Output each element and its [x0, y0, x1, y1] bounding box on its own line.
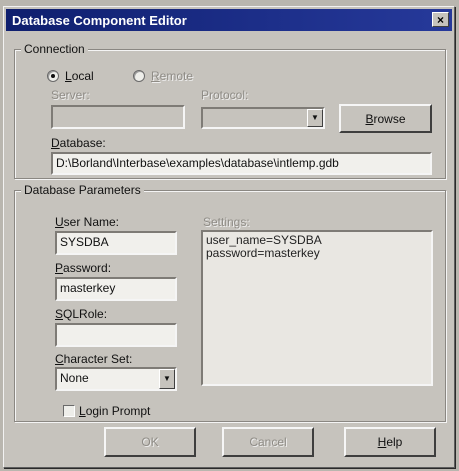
connection-group-title: Connection — [21, 42, 88, 56]
server-input[interactable] — [51, 105, 185, 129]
login-prompt-checkbox[interactable] — [63, 405, 75, 417]
remote-label-rest: emote — [159, 69, 194, 83]
local-radio[interactable] — [47, 70, 59, 82]
username-input[interactable]: SYSDBA — [55, 231, 177, 255]
browse-label-rest: rowse — [373, 111, 406, 126]
help-label-rest: elp — [386, 435, 403, 449]
browse-button[interactable]: Browse — [339, 104, 432, 133]
window-title: Database Component Editor — [12, 12, 187, 28]
settings-line-2: password=masterkey — [206, 246, 320, 260]
chevron-down-icon[interactable]: ▼ — [159, 369, 175, 389]
database-label: Database: — [51, 136, 106, 150]
local-label-rest: ocal — [71, 69, 94, 83]
sqlrole-label: SQLRole: — [55, 307, 108, 321]
sqlrole-input[interactable] — [55, 323, 177, 347]
protocol-label: Protocol: — [201, 88, 249, 102]
database-parameters-title: Database Parameters — [21, 183, 144, 197]
database-label-rest: atabase: — [59, 136, 106, 150]
help-label-first: H — [377, 435, 387, 449]
server-label: Server: — [51, 88, 90, 102]
ok-label: OK — [141, 435, 159, 449]
chevron-down-icon[interactable]: ▼ — [307, 109, 323, 127]
database-component-editor-dialog: Database Component Editor × Connection L… — [3, 6, 455, 468]
settings-memo[interactable]: user_name=SYSDBA password=masterkey — [201, 230, 433, 386]
charset-label: Character Set: — [55, 352, 133, 366]
sqlrole-label-rest: QLRole: — [63, 307, 108, 321]
database-parameters-group: Database Parameters User Name: SYSDBA Pa… — [14, 183, 446, 422]
database-path-input[interactable]: D:\Borland\Interbase\examples\database\i… — [51, 152, 432, 175]
remote-radio-label[interactable]: Remote — [151, 69, 193, 83]
password-input[interactable]: masterkey — [55, 277, 177, 301]
title-bar: Database Component Editor × — [6, 9, 452, 31]
login-prompt-label-rest: ogin Prompt — [85, 404, 151, 418]
close-icon: × — [436, 12, 444, 27]
settings-label: Settings: — [203, 215, 250, 229]
cancel-button[interactable]: Cancel — [222, 427, 314, 457]
username-label-rest: ser Name: — [63, 215, 120, 229]
cancel-label: Cancel — [249, 435, 287, 449]
charset-label-rest: haracter Set: — [63, 352, 133, 366]
browse-label-first: B — [365, 111, 374, 126]
local-radio-label[interactable]: Local — [65, 69, 94, 83]
login-prompt-label[interactable]: Login Prompt — [79, 404, 150, 418]
help-button[interactable]: Help — [344, 427, 436, 457]
connection-group: Connection Local Remote Server: Protocol… — [14, 42, 446, 179]
close-button[interactable]: × — [432, 12, 449, 27]
protocol-select[interactable]: ▼ — [201, 107, 325, 129]
password-label: Password: — [55, 261, 112, 275]
username-label: User Name: — [55, 215, 120, 229]
ok-button[interactable]: OK — [104, 427, 196, 457]
password-label-rest: assword: — [63, 261, 112, 275]
charset-select[interactable]: None ▼ — [55, 367, 177, 391]
remote-radio[interactable] — [133, 70, 145, 82]
charset-value: None — [60, 371, 89, 385]
